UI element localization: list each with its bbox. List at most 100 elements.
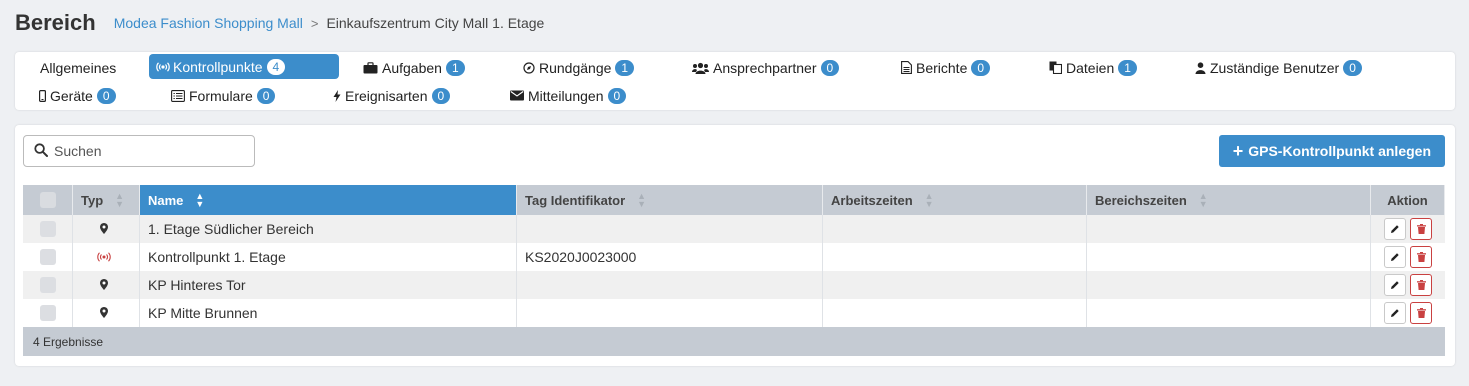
table-body: 1. Etage Südlicher Bereich Kontrollpunkt… bbox=[23, 215, 1445, 327]
bereichszeiten-cell bbox=[1087, 243, 1371, 271]
action-cell bbox=[1371, 215, 1445, 243]
tab-label: Geräte bbox=[50, 87, 93, 104]
checkpoints-card: + GPS-Kontrollpunkt anlegen Typ ▲▼ Name ▲▼… bbox=[15, 125, 1455, 366]
pencil-icon bbox=[1391, 281, 1399, 289]
tab-berichte[interactable]: Berichte 0 bbox=[901, 55, 991, 80]
action-cell bbox=[1371, 299, 1445, 327]
sort-asc-icon: ▲ ▼ bbox=[195, 191, 205, 209]
tab-geraete[interactable]: Geräte 0 bbox=[39, 83, 116, 108]
count-badge: 0 bbox=[1343, 59, 1362, 76]
tab-label: Ansprechpartner bbox=[713, 59, 817, 76]
row-select-cell bbox=[23, 243, 73, 271]
row-select-cell bbox=[23, 299, 73, 327]
table-footer: 4 Ergebnisse bbox=[23, 327, 1445, 356]
tag-cell bbox=[517, 299, 823, 327]
tab-formulare[interactable]: Formulare 0 bbox=[171, 83, 276, 108]
count-badge: 1 bbox=[615, 59, 635, 76]
column-label: Tag Identifikator bbox=[525, 192, 626, 208]
column-arbeitszeiten[interactable]: Arbeitszeiten ▲ ▼ bbox=[823, 185, 1087, 215]
row-select-cell bbox=[23, 271, 73, 299]
table-row[interactable]: KP Mitte Brunnen bbox=[23, 299, 1445, 327]
tab-rundgaenge[interactable]: Rundgänge 1 bbox=[523, 55, 635, 80]
edit-button[interactable] bbox=[1384, 246, 1406, 268]
column-tag-identifikator[interactable]: Tag Identifikator ▲ ▼ bbox=[517, 185, 823, 215]
briefcase-icon bbox=[363, 61, 378, 74]
user-icon bbox=[1195, 61, 1206, 74]
column-label: Typ bbox=[81, 192, 104, 208]
map-marker-icon bbox=[100, 277, 108, 293]
column-label: Arbeitszeiten bbox=[831, 192, 913, 208]
envelope-icon bbox=[510, 90, 524, 101]
tab-label: Berichte bbox=[916, 59, 968, 76]
row-checkbox[interactable] bbox=[39, 221, 56, 237]
compass-icon bbox=[523, 61, 535, 74]
tab-label: Rundgänge bbox=[539, 59, 612, 76]
action-cell bbox=[1371, 243, 1445, 271]
sort-icon: ▲ ▼ bbox=[637, 191, 647, 209]
tag-cell bbox=[517, 215, 823, 243]
pencil-icon bbox=[1391, 309, 1399, 317]
table-row[interactable]: KP Hinteres Tor bbox=[23, 271, 1445, 299]
edit-button[interactable] bbox=[1384, 218, 1406, 240]
delete-button[interactable] bbox=[1410, 302, 1432, 324]
search-input[interactable] bbox=[54, 143, 234, 159]
broadcast-icon bbox=[97, 249, 111, 265]
column-typ[interactable]: Typ ▲ ▼ bbox=[73, 185, 140, 215]
plus-icon: + bbox=[1232, 140, 1244, 161]
bereichszeiten-cell bbox=[1087, 271, 1371, 299]
tab-ansprechpartner[interactable]: Ansprechpartner 0 bbox=[692, 55, 840, 80]
column-label: Aktion bbox=[1387, 192, 1428, 208]
tab-aufgaben[interactable]: Aufgaben 1 bbox=[363, 55, 465, 80]
tag-cell bbox=[517, 271, 823, 299]
column-name[interactable]: Name ▲ ▼ bbox=[140, 185, 517, 215]
broadcast-icon bbox=[156, 61, 170, 72]
table-row[interactable]: Kontrollpunkt 1. Etage KS2020J0023000 bbox=[23, 243, 1445, 271]
table-row[interactable]: 1. Etage Südlicher Bereich bbox=[23, 215, 1445, 243]
tab-kontrollpunkte[interactable]: Kontrollpunkte 4 bbox=[149, 54, 339, 79]
arbeitszeiten-cell bbox=[823, 271, 1087, 299]
list-alt-icon bbox=[171, 89, 185, 102]
trash-icon bbox=[1416, 252, 1426, 262]
mobile-icon bbox=[39, 89, 46, 102]
row-checkbox[interactable] bbox=[39, 249, 56, 265]
users-icon bbox=[692, 62, 709, 74]
column-bereichszeiten[interactable]: Bereichszeiten ▲ ▼ bbox=[1087, 185, 1371, 215]
tab-allgemeines[interactable]: Allgemeines bbox=[40, 55, 116, 80]
row-checkbox[interactable] bbox=[39, 277, 56, 293]
tab-zustaendige-benutzer[interactable]: Zuständige Benutzer 0 bbox=[1195, 55, 1362, 80]
arbeitszeiten-cell bbox=[823, 243, 1087, 271]
delete-button[interactable] bbox=[1410, 246, 1432, 268]
row-checkbox[interactable] bbox=[39, 305, 56, 321]
select-all-checkbox[interactable] bbox=[39, 192, 56, 208]
count-badge: 4 bbox=[266, 58, 286, 75]
tab-label: Mitteilungen bbox=[528, 87, 604, 104]
action-cell bbox=[1371, 271, 1445, 299]
tab-label: Zuständige Benutzer bbox=[1210, 59, 1340, 76]
edit-button[interactable] bbox=[1384, 302, 1406, 324]
breadcrumb-link[interactable]: Modea Fashion Shopping Mall bbox=[114, 15, 303, 31]
delete-button[interactable] bbox=[1410, 218, 1432, 240]
tag-cell: KS2020J0023000 bbox=[517, 243, 823, 271]
table-header: Typ ▲ ▼ Name ▲ ▼ Tag Identifikator ▲ ▼ Arbeits… bbox=[23, 185, 1445, 215]
tab-mitteilungen[interactable]: Mitteilungen 0 bbox=[510, 83, 627, 108]
search-box bbox=[23, 135, 255, 167]
name-cell: 1. Etage Südlicher Bereich bbox=[140, 215, 517, 243]
tab-dateien[interactable]: Dateien 1 bbox=[1049, 55, 1137, 80]
count-badge: 0 bbox=[256, 87, 276, 104]
count-badge: 0 bbox=[96, 87, 116, 104]
page-header: Bereich Modea Fashion Shopping Mall > Ei… bbox=[15, 8, 544, 38]
row-select-cell bbox=[23, 215, 73, 243]
add-gps-checkpoint-button[interactable]: + GPS-Kontrollpunkt anlegen bbox=[1218, 135, 1445, 167]
count-badge: 0 bbox=[431, 87, 451, 104]
bolt-icon bbox=[333, 89, 341, 102]
count-badge: 1 bbox=[1118, 59, 1137, 76]
map-marker-icon bbox=[100, 305, 108, 321]
tab-label: Formulare bbox=[189, 87, 253, 104]
tab-ereignisarten[interactable]: Ereignisarten 0 bbox=[333, 83, 451, 108]
arbeitszeiten-cell bbox=[823, 215, 1087, 243]
sort-icon: ▲ ▼ bbox=[1198, 191, 1208, 209]
trash-icon bbox=[1416, 224, 1426, 234]
sort-icon: ▲ ▼ bbox=[924, 191, 934, 209]
delete-button[interactable] bbox=[1410, 274, 1432, 296]
edit-button[interactable] bbox=[1384, 274, 1406, 296]
